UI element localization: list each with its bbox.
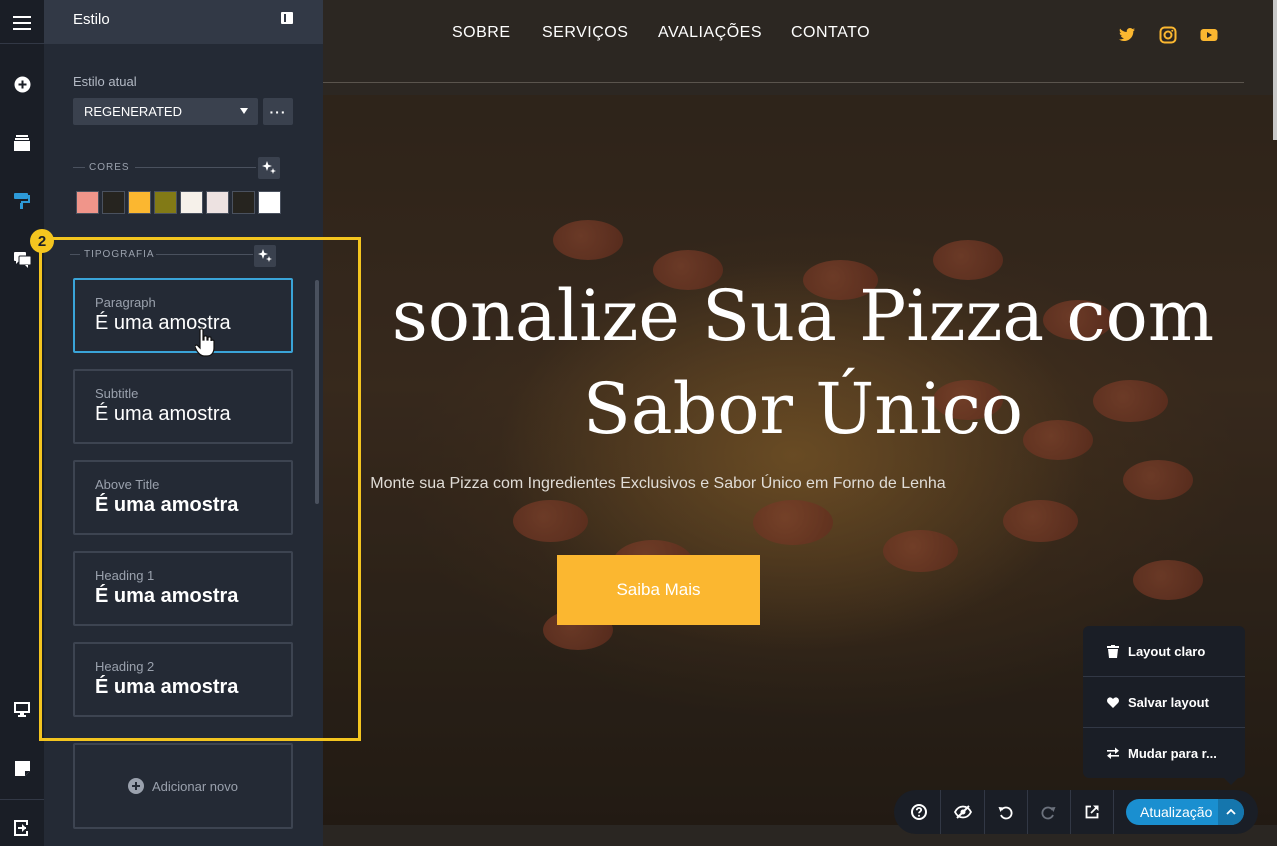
- redo-icon[interactable]: [1027, 790, 1070, 834]
- step-badge: 2: [30, 229, 54, 253]
- typography-card-heading-1[interactable]: Heading 1 É uma amostra: [73, 551, 293, 626]
- editor-toolbar: Atualização: [894, 790, 1258, 834]
- color-swatch[interactable]: [180, 191, 203, 214]
- style-more-button[interactable]: ···: [263, 98, 293, 125]
- menu-item-layout-claro[interactable]: Layout claro: [1083, 626, 1245, 676]
- nav-divider: [323, 82, 1244, 83]
- undo-icon[interactable]: [984, 790, 1027, 834]
- chevron-up-icon[interactable]: [1218, 799, 1244, 825]
- panel-header: Estilo: [44, 0, 323, 44]
- add-icon[interactable]: [0, 64, 44, 104]
- menu-item-label: Mudar para r...: [1128, 745, 1217, 761]
- swap-icon: [1107, 747, 1119, 759]
- update-button[interactable]: Atualização: [1126, 799, 1244, 825]
- instagram-icon[interactable]: [1159, 26, 1177, 44]
- desktop-view-icon[interactable]: [0, 689, 44, 729]
- chevron-down-icon: [240, 108, 248, 114]
- trash-icon: [1107, 644, 1119, 658]
- typography-card-subtitle[interactable]: Subtitle É uma amostra: [73, 369, 293, 444]
- hero-title: sonalize Sua Pizza com Sabor Único: [323, 270, 1277, 456]
- color-swatch[interactable]: [232, 191, 255, 214]
- pages-icon[interactable]: [0, 123, 44, 163]
- hero-subtitle: Monte sua Pizza com Ingredientes Exclusi…: [370, 475, 946, 492]
- open-external-icon[interactable]: [1070, 790, 1113, 834]
- plus-circle-icon: [128, 778, 144, 794]
- typography-sample: É uma amostra: [95, 585, 239, 607]
- site-nav: SOBRE SERVIÇOS AVALIAÇÕES CONTATO: [323, 0, 1277, 95]
- typography-card-above-title[interactable]: Above Title É uma amostra: [73, 460, 293, 535]
- color-swatch[interactable]: [154, 191, 177, 214]
- twitter-icon[interactable]: [1118, 26, 1136, 44]
- exit-icon[interactable]: [0, 808, 44, 846]
- nav-link-servicos[interactable]: SERVIÇOS: [542, 24, 628, 42]
- style-paint-icon[interactable]: [0, 181, 44, 221]
- color-swatches: [76, 191, 281, 214]
- nav-link-sobre[interactable]: SOBRE: [452, 24, 511, 42]
- panel-title: Estilo: [73, 11, 110, 28]
- current-style-value: REGENERATED: [84, 104, 182, 119]
- color-swatch[interactable]: [128, 191, 151, 214]
- colors-section-label: CORES: [89, 162, 130, 173]
- typography-name: Subtitle: [95, 386, 139, 401]
- typography-section-label: TIPOGRAFIA: [84, 249, 155, 260]
- style-panel: Estilo Estilo atual REGENERATED ··· CORE…: [44, 0, 323, 846]
- hero-cta-button[interactable]: Saiba Mais: [557, 555, 760, 625]
- add-new-label: Adicionar novo: [152, 778, 238, 794]
- dock-panel-icon[interactable]: [281, 12, 293, 24]
- nav-link-avaliacoes[interactable]: AVALIAÇÕES: [658, 24, 762, 42]
- update-label: Atualização: [1140, 804, 1213, 820]
- typography-name: Above Title: [95, 477, 160, 492]
- youtube-icon[interactable]: [1200, 26, 1218, 44]
- color-swatch[interactable]: [102, 191, 125, 214]
- magic-colors-icon[interactable]: [258, 157, 280, 179]
- color-swatch[interactable]: [76, 191, 99, 214]
- hero-title-line-2: Sabor Único: [582, 368, 1024, 450]
- hand-cursor-icon: [195, 328, 215, 357]
- typography-sample: É uma amostra: [95, 494, 239, 516]
- menu-icon[interactable]: [0, 3, 44, 43]
- hero-title-line-1: sonalize Sua Pizza com: [391, 275, 1215, 357]
- typography-card-heading-2[interactable]: Heading 2 É uma amostra: [73, 642, 293, 717]
- typography-sample: É uma amostra: [95, 403, 231, 425]
- typography-sample: É uma amostra: [95, 676, 239, 698]
- hide-preview-icon[interactable]: [941, 790, 984, 834]
- menu-item-mudar-para[interactable]: Mudar para r...: [1083, 728, 1245, 778]
- typography-card-paragraph[interactable]: Paragraph É uma amostra: [73, 278, 293, 357]
- nav-link-contato[interactable]: CONTATO: [791, 24, 870, 42]
- add-new-typography-button[interactable]: Adicionar novo: [73, 743, 293, 829]
- menu-item-label: Layout claro: [1128, 643, 1206, 659]
- menu-item-salvar-layout[interactable]: Salvar layout: [1083, 677, 1245, 727]
- heart-icon: [1107, 696, 1119, 708]
- current-style-label: Estilo atual: [73, 74, 137, 89]
- current-style-select[interactable]: REGENERATED: [73, 98, 258, 125]
- typography-name: Heading 1: [95, 568, 155, 583]
- color-swatch[interactable]: [206, 191, 229, 214]
- page-scrollbar[interactable]: [1273, 0, 1277, 140]
- typography-name: Heading 2: [95, 659, 155, 674]
- left-rail: [0, 0, 44, 846]
- note-icon[interactable]: [0, 748, 44, 788]
- typography-name: Paragraph: [95, 295, 156, 310]
- help-icon[interactable]: [897, 790, 940, 834]
- layout-menu: Layout claro Salvar layout Mudar para r.…: [1083, 626, 1245, 785]
- magic-typography-icon[interactable]: [254, 245, 276, 267]
- color-swatch[interactable]: [258, 191, 281, 214]
- menu-item-label: Salvar layout: [1128, 694, 1209, 710]
- panel-scrollbar[interactable]: [315, 280, 319, 504]
